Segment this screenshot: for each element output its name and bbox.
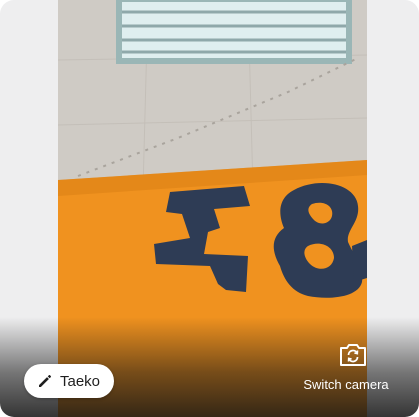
video-tile: Taeko Switch camera xyxy=(0,0,419,417)
participant-name-button[interactable]: Taeko xyxy=(24,364,115,398)
camera-switch-icon xyxy=(340,344,366,366)
switch-camera-label: Switch camera xyxy=(303,377,389,392)
pencil-icon xyxy=(39,375,51,387)
switch-camera-button[interactable]: Switch camera xyxy=(291,342,401,392)
participant-name: Taeko xyxy=(60,372,101,390)
